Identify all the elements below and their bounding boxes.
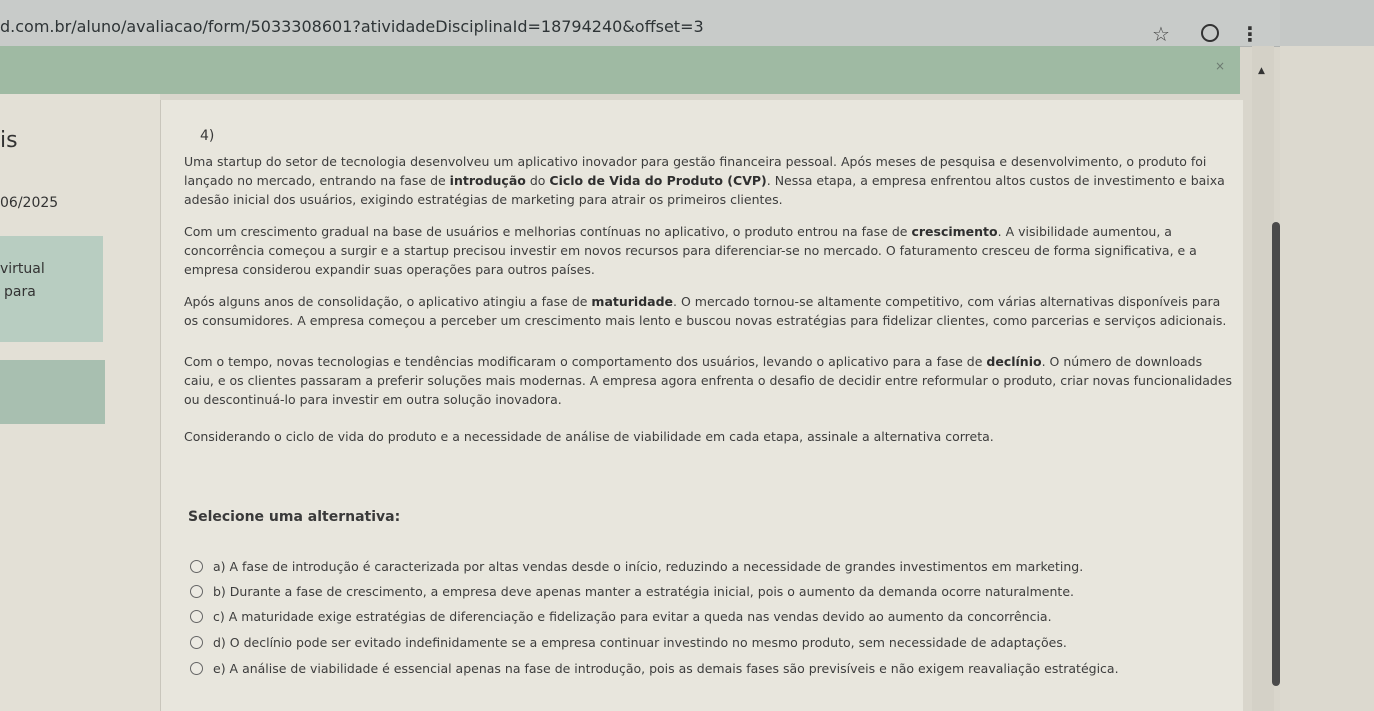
sidebar-text-virtual: virtual [0, 261, 45, 277]
option-e-label[interactable]: e) A análise de viabilidade é essencial … [213, 661, 1119, 676]
select-alternative-title: Selecione uma alternativa: [188, 509, 401, 525]
question-paragraph-4: Com o tempo, novas tecnologias e tendênc… [184, 354, 1233, 407]
sidebar-title-fragment: is [0, 128, 18, 153]
banner-close-icon[interactable]: × [1215, 59, 1225, 73]
option-d-label[interactable]: d) O declínio pode ser evitado indefinid… [213, 635, 1067, 650]
question-paragraph-3: Após alguns anos de consolidação, o apli… [184, 294, 1227, 328]
option-b-label[interactable]: b) Durante a fase de crescimento, a empr… [213, 584, 1074, 599]
window-edge-top [1280, 0, 1374, 46]
option-a[interactable]: a) A fase de introdução é caracterizada … [190, 556, 1083, 576]
question-paragraph-2: Com um crescimento gradual na base de us… [184, 224, 1197, 277]
option-a-label[interactable]: a) A fase de introdução é caracterizada … [213, 559, 1083, 574]
radio-c[interactable] [190, 609, 203, 623]
window-edge [1280, 0, 1374, 711]
sidebar-panel-2[interactable] [0, 360, 105, 424]
scrollbar-track[interactable] [1252, 46, 1274, 711]
scrollbar-thumb[interactable] [1272, 222, 1280, 686]
notification-banner [0, 46, 1240, 94]
option-c-label[interactable]: c) A maturidade exige estratégias de dif… [213, 609, 1052, 624]
question-paragraph-1: Uma startup do setor de tecnologia desen… [184, 154, 1225, 207]
radio-a[interactable] [190, 559, 203, 573]
sidebar-date: 06/2025 [0, 195, 59, 211]
bookmark-star-icon[interactable]: ☆ [1152, 22, 1170, 46]
question-prompt: Considerando o ciclo de vida do produto … [184, 429, 994, 444]
option-e[interactable]: e) A análise de viabilidade é essencial … [190, 658, 1119, 678]
option-b[interactable]: b) Durante a fase de crescimento, a empr… [190, 581, 1074, 601]
scroll-up-icon[interactable]: ▲ [1258, 66, 1265, 76]
menu-kebab-icon[interactable]: ⋮ [1240, 22, 1260, 46]
question-number: 4) [200, 128, 215, 144]
option-c[interactable]: c) A maturidade exige estratégias de dif… [190, 606, 1052, 626]
radio-b[interactable] [190, 584, 203, 598]
url-text[interactable]: d.com.br/aluno/avaliacao/form/5033308601… [0, 17, 704, 36]
profile-icon[interactable] [1201, 24, 1219, 42]
radio-d[interactable] [190, 635, 203, 649]
sidebar-text-para: para [4, 284, 36, 300]
radio-e[interactable] [190, 661, 203, 675]
option-d[interactable]: d) O declínio pode ser evitado indefinid… [190, 632, 1067, 652]
